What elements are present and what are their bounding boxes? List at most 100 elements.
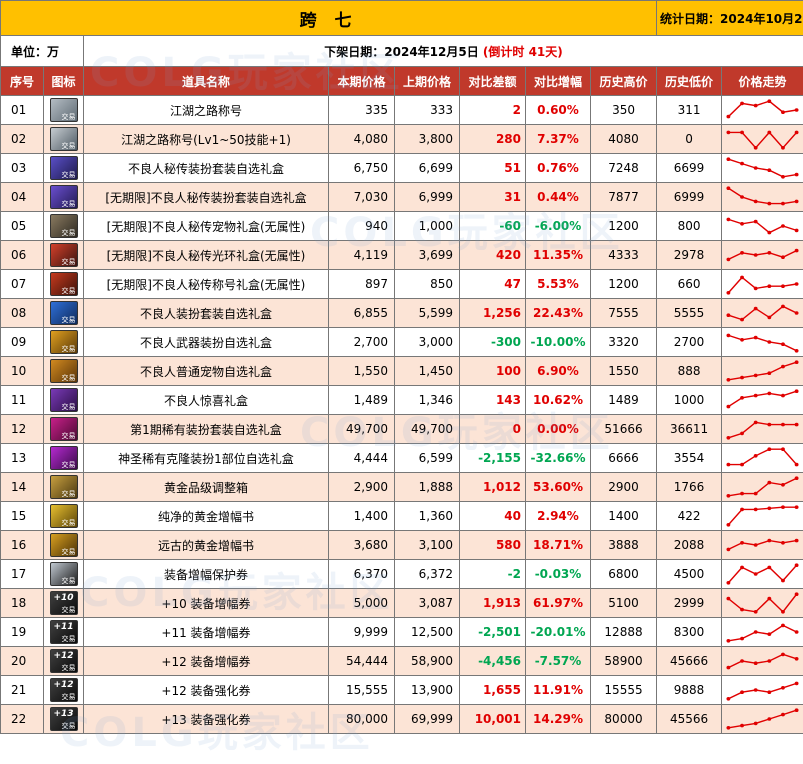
sparkline-line xyxy=(728,158,797,178)
previous-price: 3,087 xyxy=(394,588,460,618)
level-label: +12 xyxy=(53,651,74,661)
sparkline-point xyxy=(726,639,731,643)
col-header-index[interactable]: 序号 xyxy=(0,66,44,96)
col-header-name[interactable]: 道具名称 xyxy=(83,66,329,96)
trade-label: 交易 xyxy=(61,490,76,498)
table-row[interactable]: 11 交易 不良人惊喜礼盒 1,489 1,346 143 10.62% 1489 1000 xyxy=(0,385,803,415)
orb-title-icon: 交易 xyxy=(49,98,78,122)
col-header-history-low[interactable]: 历史低价 xyxy=(656,66,723,96)
price-growth: 0.76% xyxy=(525,153,591,183)
sparkline-point xyxy=(726,494,731,498)
sparkline-point xyxy=(753,661,758,665)
trend-cell xyxy=(721,472,803,502)
current-price: 6,370 xyxy=(328,559,395,589)
sparkline-point xyxy=(794,476,799,480)
sparkline-point xyxy=(767,717,772,721)
sparkline-point xyxy=(781,483,785,487)
table-row[interactable]: 16 交易 远古的黄金增幅书 3,680 3,100 580 18.71% 3888 2088 xyxy=(0,530,803,560)
col-header-current-price[interactable]: 本期价格 xyxy=(328,66,395,96)
row-index: 19 xyxy=(0,617,44,647)
price-difference: -300 xyxy=(459,327,526,357)
price-growth: 18.71% xyxy=(525,530,591,560)
sparkline-point xyxy=(753,454,758,458)
table-row[interactable]: 01 交易 江湖之路称号 335 333 2 0.60% 350 311 xyxy=(0,95,803,125)
sparkline-point xyxy=(753,199,758,204)
trade-label: 交易 xyxy=(61,722,76,730)
table-row[interactable]: 15 交易 纯净的黄金增幅书 1,400 1,360 40 2.94% 1400 422 xyxy=(0,501,803,531)
price-growth: 5.53% xyxy=(525,269,591,299)
sparkline-point xyxy=(753,507,758,512)
sparkline-point xyxy=(753,219,758,224)
history-high: 7555 xyxy=(589,298,658,328)
col-header-previous-price[interactable]: 上期价格 xyxy=(394,66,460,96)
sparkline-point xyxy=(726,523,731,527)
history-low: 45566 xyxy=(656,704,723,734)
sparkline-line xyxy=(728,477,797,497)
table-row[interactable]: 10 交易 不良人普通宠物自选礼盒 1,550 1,450 100 6.90% 1550 888 xyxy=(0,356,803,386)
item-icon-cell: +12 交易 xyxy=(43,646,84,676)
table-row[interactable]: 02 交易 江湖之路称号(Lv1~50技能+1) 4,080 3,800 280 7.37%… xyxy=(0,124,803,154)
table-row[interactable]: 18 +10 交易 +10 装备增幅券 5,000 3,087 1,913 61.97% 510… xyxy=(0,588,803,618)
item-name: +11 装备增幅券 xyxy=(83,617,329,647)
sparkline-point xyxy=(767,538,772,543)
row-index: 11 xyxy=(0,385,44,415)
sparkline-point xyxy=(740,222,745,226)
table-row[interactable]: 03 交易 不良人秘传装扮套装自选礼盒 6,750 6,699 51 0.76% 7248 66… xyxy=(0,153,803,183)
page-title: 跨 七 xyxy=(0,0,658,36)
table-row[interactable]: 14 交易 黄金品级调整箱 2,900 1,888 1,012 53.60% 2900 1766 xyxy=(0,472,803,502)
price-growth: 53.60% xyxy=(525,472,591,502)
trade-label: 交易 xyxy=(61,635,76,643)
row-index: 02 xyxy=(0,124,44,154)
table-row[interactable]: 04 交易 [无期限]不良人秘传装扮套装自选礼盒 7,030 6,999 31 0.44% 7… xyxy=(0,182,803,212)
col-header-trend[interactable]: 价格走势 xyxy=(721,66,803,96)
item-name: [无期限]不良人秘传宠物礼盒(无属性) xyxy=(83,211,329,241)
price-difference: -2,155 xyxy=(459,443,526,473)
item-name: +12 装备增幅券 xyxy=(83,646,329,676)
previous-price: 3,800 xyxy=(394,124,460,154)
history-high: 1200 xyxy=(589,211,658,241)
table-row[interactable]: 19 +11 交易 +11 装备增幅券 9,999 12,500 -2,501 -20.01%… xyxy=(0,617,803,647)
item-name: 江湖之路称号(Lv1~50技能+1) xyxy=(83,124,329,154)
table-row[interactable]: 20 +12 交易 +12 装备增幅券 54,444 58,900 -4,456 -7.57%… xyxy=(0,646,803,676)
item-name: 不良人惊喜礼盒 xyxy=(83,385,329,415)
sparkline-point xyxy=(740,607,745,612)
table-row[interactable]: 05 交易 [无期限]不良人秘传宠物礼盒(无属性) 940 1,000 -60 -6.00%… xyxy=(0,211,803,241)
trade-label: 交易 xyxy=(61,345,76,353)
sparkline-point xyxy=(794,657,799,661)
col-header-history-high[interactable]: 历史高价 xyxy=(589,66,658,96)
table-row[interactable]: 09 交易 不良人武器装扮自选礼盒 2,700 3,000 -300 -10.00% 3320… xyxy=(0,327,803,357)
trend-cell xyxy=(721,617,803,647)
sparkline-point xyxy=(794,462,799,467)
price-growth: 6.90% xyxy=(525,356,591,386)
sparkline-point xyxy=(726,547,731,552)
table-row[interactable]: 12 交易 第1期稀有装扮套装自选礼盒 49,700 49,700 0 0.00% 51666… xyxy=(0,414,803,444)
sparkline-line xyxy=(728,334,797,352)
clone-box-icon: 交易 xyxy=(49,446,78,470)
col-header-growth[interactable]: 对比增幅 xyxy=(525,66,591,96)
table-row[interactable]: 13 交易 神圣稀有克隆装扮1部位自选礼盒 4,444 6,599 -2,155 -32.6… xyxy=(0,443,803,473)
col-header-icon[interactable]: 图标 xyxy=(43,66,84,96)
sparkline-point xyxy=(753,420,758,425)
price-growth: -0.03% xyxy=(525,559,591,589)
table-row[interactable]: 08 交易 不良人装扮套装自选礼盒 6,855 5,599 1,256 22.43% 7555… xyxy=(0,298,803,328)
previous-price: 58,900 xyxy=(394,646,460,676)
item-name: [无期限]不良人秘传称号礼盒(无属性) xyxy=(83,269,329,299)
table-row[interactable]: 17 交易 装备增幅保护券 6,370 6,372 -2 -0.03% 6800 4500 xyxy=(0,559,803,589)
table-row[interactable]: 06 交易 [无期限]不良人秘传光环礼盒(无属性) 4,119 3,699 420 11.3… xyxy=(0,240,803,270)
sparkline-point xyxy=(767,506,772,511)
surprise-box-icon: 交易 xyxy=(49,388,78,412)
history-low: 3554 xyxy=(656,443,723,473)
sparkline-point xyxy=(740,491,745,496)
trade-label: 交易 xyxy=(61,519,76,527)
table-row[interactable]: 21 +12 交易 +12 装备强化券 15,555 13,900 1,655 11.91% 1… xyxy=(0,675,803,705)
sparkline-point xyxy=(740,462,745,467)
previous-price: 3,100 xyxy=(394,530,460,560)
previous-price: 5,599 xyxy=(394,298,460,328)
table-row[interactable]: 07 交易 [无期限]不良人秘传称号礼盒(无属性) 897 850 47 5.53% 1200… xyxy=(0,269,803,299)
col-header-difference[interactable]: 对比差额 xyxy=(459,66,526,96)
row-index: 10 xyxy=(0,356,44,386)
sparkline-point xyxy=(753,306,758,311)
sparkline-point xyxy=(740,507,745,512)
trend-cell xyxy=(721,298,803,328)
table-row[interactable]: 22 +13 交易 +13 装备强化券 80,000 69,999 10,001 14.29%… xyxy=(0,704,803,734)
